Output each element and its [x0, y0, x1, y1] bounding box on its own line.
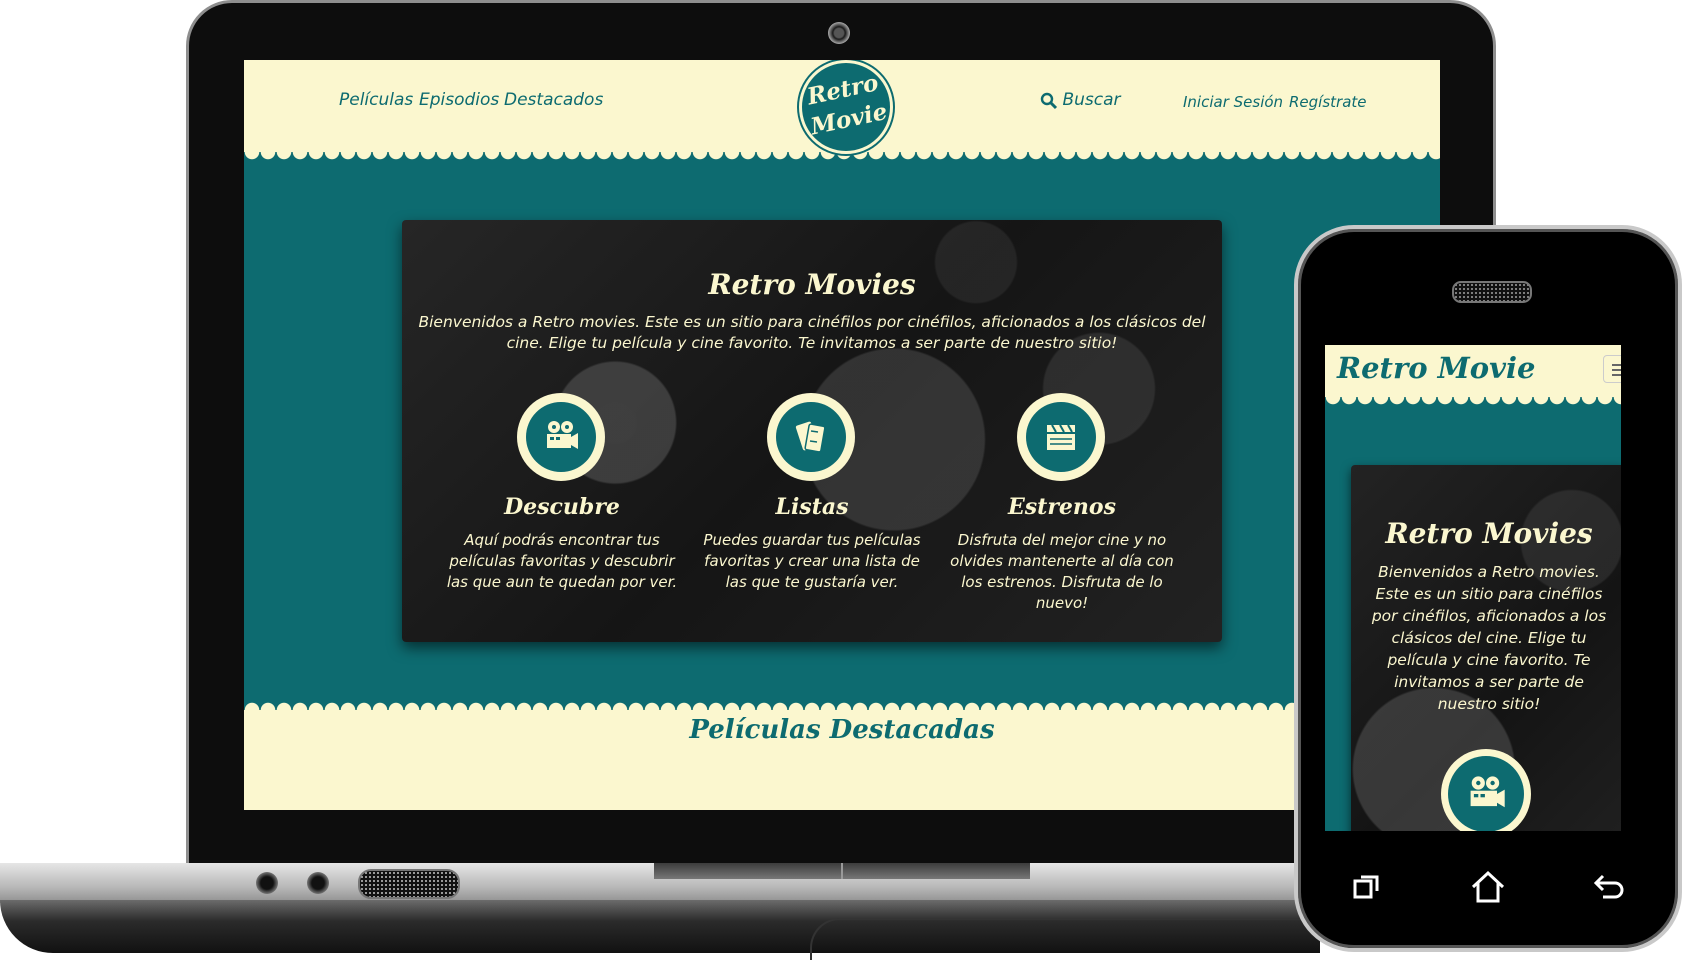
mobile-feature-badge: [1441, 749, 1531, 831]
tickets-icon: [795, 421, 826, 453]
recent-apps-icon[interactable]: [1346, 870, 1386, 910]
feature-title: Listas: [775, 494, 849, 520]
phone-speaker: [1452, 281, 1532, 303]
feature-badge: [1020, 396, 1102, 478]
hero-text: Bienvenidos a Retro movies. Este es un s…: [418, 313, 1206, 352]
nav-peliculas[interactable]: Películas: [339, 90, 413, 110]
site-logo[interactable]: Retro Movie: [799, 60, 893, 154]
mobile-hero-text: Bienvenidos a Retro movies. Este es un s…: [1371, 563, 1607, 713]
featured-scallop: [244, 696, 1440, 710]
mobile-hero-title: Retro Movies: [1385, 517, 1593, 550]
nav-episodios[interactable]: Episodios: [419, 90, 499, 110]
webcam-icon: [828, 22, 850, 44]
mobile-hero-card: Retro Movies Bienvenidos a Retro movies.…: [1351, 465, 1621, 831]
header-scallop: [244, 152, 1440, 166]
audio-port-icon: [256, 872, 278, 894]
feature-badge: [770, 396, 852, 478]
clapperboard-icon: [1047, 424, 1075, 450]
back-icon[interactable]: [1588, 870, 1628, 910]
feature-badge: [520, 396, 602, 478]
phone-screen: Retro Movie Retro Movies Bienvenidos a R…: [1325, 345, 1621, 831]
feature-text: Puedes guardar tus películas favoritas y…: [703, 531, 921, 591]
movie-camera-icon: [1470, 776, 1505, 808]
hamburger-menu-button[interactable]: [1603, 355, 1621, 383]
search-label: Buscar: [1062, 90, 1121, 110]
mobile-logo[interactable]: Retro Movie: [1337, 351, 1535, 385]
feature-title: Descubre: [504, 494, 620, 520]
login-link[interactable]: Iniciar Sesión: [1183, 93, 1283, 111]
hero-title: Retro Movies: [708, 268, 916, 301]
search-link[interactable]: Buscar: [1040, 90, 1121, 110]
speaker-grill: [358, 869, 460, 899]
search-icon: [1040, 92, 1058, 109]
home-icon[interactable]: [1468, 870, 1508, 910]
hero-card: Retro Movies Bienvenidos a Retro movies.…: [402, 220, 1222, 642]
nav-destacados[interactable]: Destacados: [504, 90, 603, 110]
featured-title: Películas Destacadas: [689, 715, 995, 745]
laptop-screen: Películas Episodios Destacados Retro Mov…: [244, 60, 1440, 810]
feature-text: Aquí podrás encontrar tus películas favo…: [446, 531, 678, 591]
audio-port-icon: [307, 872, 329, 894]
feature-text: Disfruta del mejor cine y no olvides man…: [950, 531, 1174, 612]
register-link[interactable]: Regístrate: [1289, 93, 1367, 111]
feature-title: Estrenos: [1008, 494, 1116, 520]
movie-camera-icon: [547, 421, 578, 449]
